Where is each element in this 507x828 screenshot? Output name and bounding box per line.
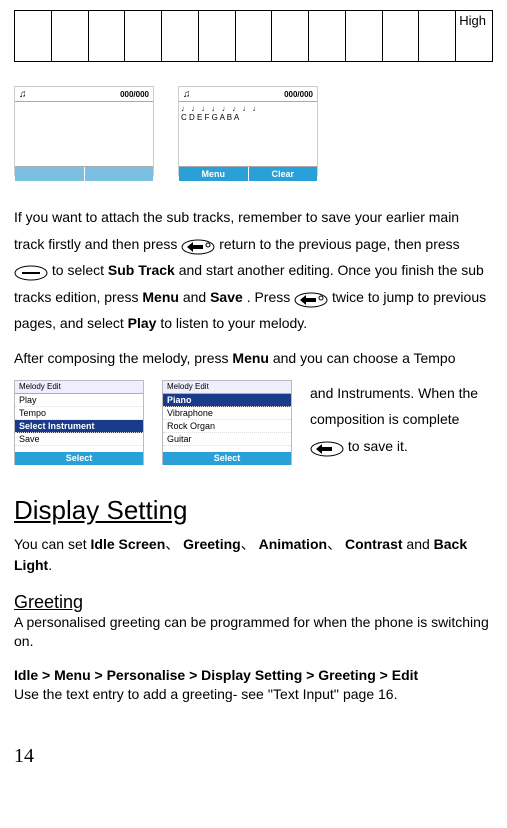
text: After composing the melody, press <box>14 350 232 366</box>
text: 、 <box>165 536 183 552</box>
melody-shot-2: Melody Edit PianoVibraphoneRock OrganGui… <box>162 380 292 465</box>
greeting-para: A personalised greeting can be programme… <box>14 613 493 652</box>
instruction-para-1: If you want to attach the sub tracks, re… <box>14 204 493 337</box>
text: and <box>406 536 433 552</box>
text-bold: Sub Track <box>108 262 175 278</box>
list-item[interactable]: Vibraphone <box>163 407 291 420</box>
note-labels: C D E F G A B A <box>181 113 315 122</box>
counter: 000/000 <box>284 90 313 99</box>
text-bold: Idle Screen <box>91 536 166 552</box>
note-row: ♩ ♩ ♩ ♩ ♩ ♩ ♩ ♩ <box>181 104 315 113</box>
list-item[interactable]: Play <box>15 394 143 407</box>
text: and you can choose a Tempo <box>273 350 456 366</box>
melody-shot-1: Melody Edit PlayTempoSelect InstrumentSa… <box>14 380 144 465</box>
heading-greeting: Greeting <box>14 592 493 613</box>
back-key-icon <box>310 439 344 455</box>
list-item[interactable]: Tempo <box>15 407 143 420</box>
text-bold: Play <box>128 315 157 331</box>
display-setting-para: You can set Idle Screen、 Greeting、 Anima… <box>14 534 493 576</box>
text: return to the previous page, then press <box>219 236 459 252</box>
melody-list-2: PianoVibraphoneRock OrganGuitar <box>163 394 291 452</box>
melody-row: Melody Edit PlayTempoSelect InstrumentSa… <box>14 380 493 465</box>
phone-shot-1: ♫ 000/000 <box>14 86 154 176</box>
softkey-right-empty[interactable] <box>84 167 154 181</box>
page-number: 14 <box>14 745 493 768</box>
text: You can set <box>14 536 91 552</box>
music-note-icon: ♫ <box>19 89 27 100</box>
text: to listen to your melody. <box>160 315 307 331</box>
text-bold: Contrast <box>345 536 403 552</box>
side-text: and Instruments. When the composition is… <box>310 380 493 460</box>
title: Melody Edit <box>163 381 291 394</box>
text: to save it. <box>348 438 408 454</box>
ok-key-icon <box>14 263 48 279</box>
nav-path: Idle > Menu > Personalise > Display Sett… <box>14 667 418 683</box>
text: . <box>48 557 52 573</box>
softkey-left-empty[interactable] <box>15 167 84 181</box>
melody-list-1: PlayTempoSelect InstrumentSave <box>15 394 143 452</box>
text-bold: Animation <box>259 536 327 552</box>
softkey-select[interactable]: Select <box>15 452 143 465</box>
softkey-clear[interactable]: Clear <box>248 167 318 181</box>
softkey-select[interactable]: Select <box>163 452 291 465</box>
instruction-para-2: After composing the melody, press Menu a… <box>14 345 493 372</box>
text: 、 <box>327 536 341 552</box>
top-grid-table: High <box>14 10 493 62</box>
text: to select <box>52 262 108 278</box>
hint-text: Use the text entry to add a greeting- se… <box>14 686 397 702</box>
path-and-hint: Idle > Menu > Personalise > Display Sett… <box>14 666 493 705</box>
list-item[interactable]: Guitar <box>163 433 291 446</box>
text-bold: Menu <box>142 289 179 305</box>
phone-shot-2: ♫ 000/000 ♩ ♩ ♩ ♩ ♩ ♩ ♩ ♩ C D E F G A B … <box>178 86 318 176</box>
music-note-icon: ♫ <box>183 89 191 100</box>
text: 、 <box>241 536 255 552</box>
text: . Press <box>247 289 294 305</box>
text: and Instruments. When the composition is… <box>310 385 478 428</box>
list-item[interactable]: Piano <box>163 394 291 407</box>
counter: 000/000 <box>120 90 149 99</box>
back-key-icon <box>181 237 215 253</box>
list-item[interactable]: Select Instrument <box>15 420 143 433</box>
list-item[interactable]: Rock Organ <box>163 420 291 433</box>
list-item[interactable]: Save <box>15 433 143 446</box>
back-key-icon <box>294 290 328 306</box>
heading-display-setting: Display Setting <box>14 495 493 526</box>
screenshot-row-top: ♫ 000/000 ♫ 000/000 ♩ ♩ ♩ ♩ ♩ ♩ ♩ ♩ C D … <box>14 86 493 176</box>
text-bold: Greeting <box>183 536 241 552</box>
title: Melody Edit <box>15 381 143 394</box>
text-bold: Menu <box>232 350 269 366</box>
grid-cell-high: High <box>456 11 493 62</box>
text: and <box>183 289 210 305</box>
text-bold: Save <box>210 289 243 305</box>
softkey-menu[interactable]: Menu <box>179 167 248 181</box>
